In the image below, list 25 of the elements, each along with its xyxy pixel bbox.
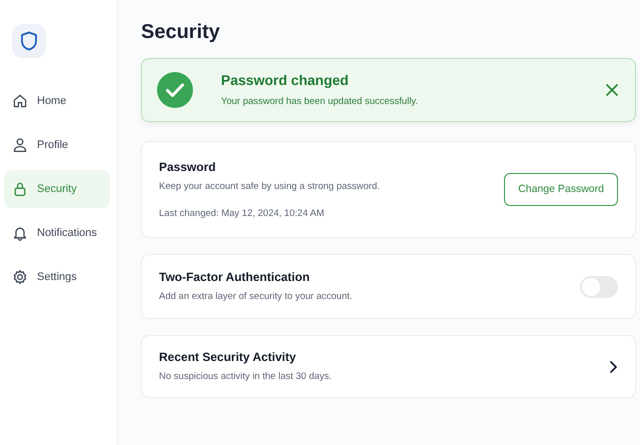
settings-icon [12, 269, 28, 285]
last-changed-text: Last changed: May 12, 2024, 10:24 AM [159, 207, 326, 221]
sidebar-item[interactable]: Notifications [4, 214, 110, 252]
alert-message: Your password has been updated successfully. [221, 95, 419, 110]
card-title: Two-Factor Authentication [159, 269, 311, 286]
card-description: No suspicious activity in the last 30 days. [159, 370, 333, 384]
bell-icon [12, 225, 28, 241]
sidebar-item[interactable]: Profile [4, 126, 110, 164]
card-description: Keep your account safe by using a strong password. [159, 180, 381, 194]
page-title: Security [141, 20, 221, 44]
alert-title: Password changed [221, 71, 350, 90]
sidebar-item[interactable]: Home [4, 82, 110, 120]
sidebar-item[interactable]: Settings [4, 258, 110, 296]
home-icon [12, 93, 28, 109]
close-button[interactable] [605, 83, 619, 97]
card-title: Recent Security Activity [159, 349, 297, 366]
card-title: Password [159, 158, 217, 176]
sidebar-item[interactable]: Security [4, 170, 110, 208]
person-icon [12, 137, 28, 153]
change-password-button[interactable]: Change Password [504, 172, 618, 206]
chevron-right-icon[interactable] [608, 360, 618, 374]
shield-icon [20, 31, 38, 51]
card-description: Add an extra layer of security to your account. [159, 290, 354, 304]
lock-icon [12, 181, 28, 197]
check-circle-icon [157, 72, 193, 108]
